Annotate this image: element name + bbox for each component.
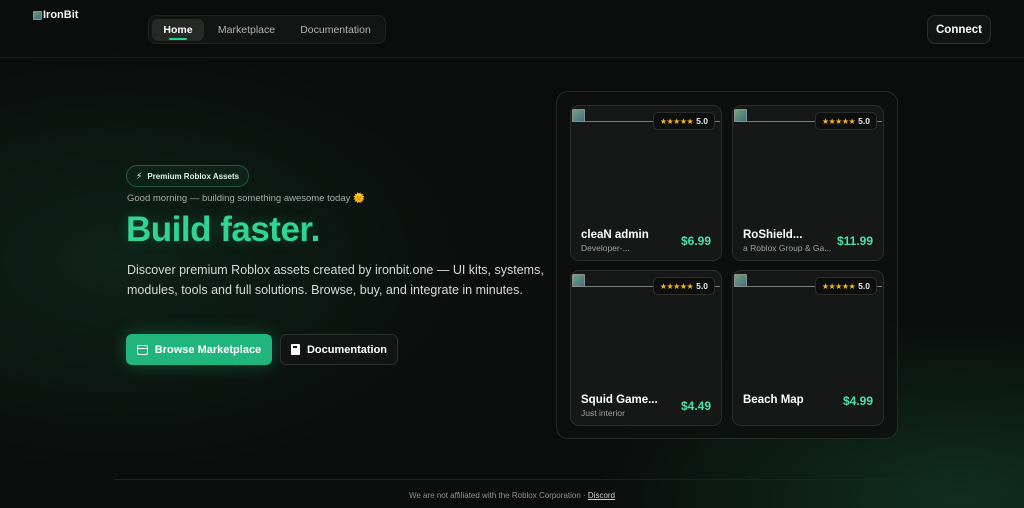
rating-badge: ★★★★★ 5.0 <box>652 112 715 130</box>
stars-icon: ★★★★★ <box>821 116 856 126</box>
rating-value: 5.0 <box>858 116 870 126</box>
connect-button[interactable]: Connect <box>927 15 991 44</box>
product-title: RoShield... <box>743 229 803 241</box>
product-title: Squid Game... <box>581 394 658 406</box>
product-card[interactable]: ★★★★★ 5.0 RoShield... a Roblox Group & G… <box>732 105 884 261</box>
footer: We are not affiliated with the Roblox Co… <box>0 491 1024 500</box>
logo-text: IronBit <box>43 9 79 21</box>
product-price: $6.99 <box>680 234 711 248</box>
documentation-button-label: Documentation <box>306 343 388 356</box>
product-title: cleaN admin <box>581 229 649 241</box>
rating-badge: ★★★★★ 5.0 <box>814 277 877 295</box>
nav-active-indicator <box>169 38 187 40</box>
footer-disclaimer: We are not affiliated with the Roblox Co… <box>408 491 588 500</box>
product-card[interactable]: ★★★★★ 5.0 cleaN admin Developer-... $6.9… <box>570 105 722 261</box>
stars-icon: ★★★★★ <box>821 281 856 291</box>
nav-marketplace[interactable]: Marketplace <box>209 19 284 41</box>
lightning-icon: ⚡ <box>136 170 143 181</box>
rating-badge: ★★★★★ 5.0 <box>814 112 877 130</box>
nav-marketplace-label: Marketplace <box>217 24 276 36</box>
rating-badge: ★★★★★ 5.0 <box>652 277 715 295</box>
browse-marketplace-button[interactable]: Browse Marketplace <box>126 334 272 365</box>
product-title: Beach Map <box>743 394 804 406</box>
product-price: $4.99 <box>842 394 873 408</box>
nav-documentation[interactable]: Documentation <box>289 19 382 41</box>
hero-subtitle: Discover premium Roblox assets created b… <box>127 263 544 297</box>
logo[interactable]: IronBit <box>33 9 78 21</box>
greeting-text: Good morning — building something awesom… <box>127 193 365 204</box>
badge-label: Premium Roblox Assets <box>147 171 240 181</box>
documentation-button[interactable]: Documentation <box>280 334 398 365</box>
stars-icon: ★★★★★ <box>659 116 694 126</box>
rating-value: 5.0 <box>696 116 708 126</box>
product-subtitle: Developer-... <box>581 243 630 253</box>
product-subtitle: Just interior <box>581 408 625 418</box>
premium-badge: ⚡ Premium Roblox Assets <box>126 165 250 187</box>
product-price: $4.49 <box>680 399 711 413</box>
rating-value: 5.0 <box>696 281 708 291</box>
nav-home-label: Home <box>163 24 193 36</box>
rating-value: 5.0 <box>858 281 870 291</box>
top-header: IronBit Home Marketplace Documentation C… <box>0 0 1024 58</box>
hero-headline: Build faster. <box>126 210 320 249</box>
browse-marketplace-label: Browse Marketplace <box>154 343 262 356</box>
nav-documentation-label: Documentation <box>300 24 371 36</box>
featured-products-panel: ★★★★★ 5.0 cleaN admin Developer-... $6.9… <box>556 91 898 439</box>
stars-icon: ★★★★★ <box>659 281 694 291</box>
footer-divider <box>114 479 910 480</box>
product-card[interactable]: ★★★★★ 5.0 Squid Game... Just interior $4… <box>570 270 722 426</box>
product-card[interactable]: ★★★★★ 5.0 Beach Map $4.99 <box>732 270 884 426</box>
logo-image-icon <box>33 10 42 20</box>
connect-button-label: Connect <box>936 23 982 36</box>
store-icon <box>136 344 148 355</box>
product-subtitle: a Roblox Group & Ga... <box>743 243 831 253</box>
product-price: $11.99 <box>836 234 873 248</box>
discord-link[interactable]: Discord <box>588 491 615 500</box>
book-icon <box>290 344 300 355</box>
